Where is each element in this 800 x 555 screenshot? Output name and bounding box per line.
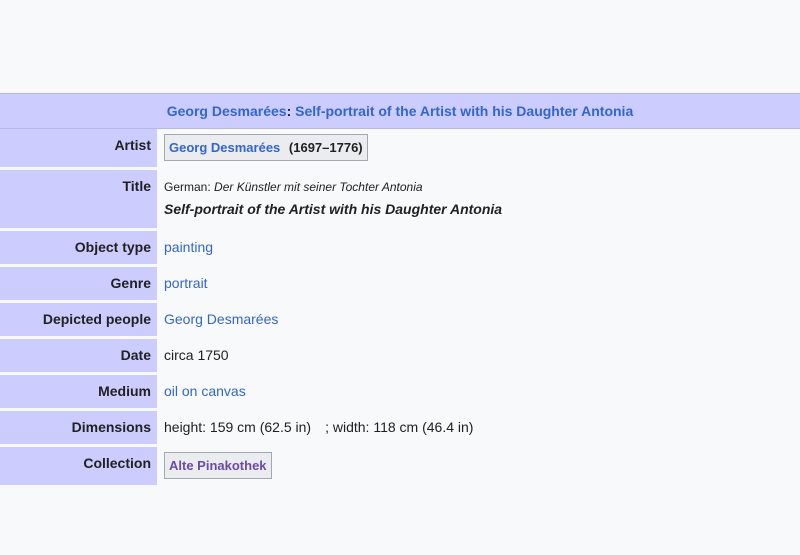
value-medium: oil on canvas [157,375,800,408]
label-dimensions: Dimensions [0,411,157,444]
collection-chip: Alte Pinakothek [164,452,272,479]
label-title: Title [0,170,157,228]
genre-link[interactable]: portrait [164,275,208,291]
dimensions-width: ; width: 118 cm (46.4 in) [325,419,474,435]
label-object-type: Object type [0,231,157,264]
dimensions-height: height: 159 cm (62.5 in) [164,419,312,435]
row-genre: Genre portrait [0,267,800,303]
label-genre: Genre [0,267,157,300]
value-genre: portrait [157,267,800,300]
value-title: German: Der Künstler mit seiner Tochter … [157,170,800,228]
object-type-link[interactable]: painting [164,239,213,255]
label-collection: Collection [0,447,157,485]
row-date: Date circa 1750 [0,339,800,375]
artwork-infobox: Georg Desmarées : Self-portrait of the A… [0,93,800,488]
title-english: Self-portrait of the Artist with his Dau… [164,201,503,217]
row-dimensions: Dimensions height: 159 cm (62.5 in) ; wid… [0,411,800,447]
artist-chip: Georg Desmarées (1697–1776) [164,134,368,161]
artist-years: (1697–1776) [288,140,363,155]
value-depicted-people: Georg Desmarées [157,303,800,336]
label-medium: Medium [0,375,157,408]
label-artist: Artist [0,129,157,167]
artist-name-link[interactable]: Georg Desmarées [169,140,280,155]
row-depicted-people: Depicted people Georg Desmarées [0,303,800,339]
value-artist: Georg Desmarées (1697–1776) [157,129,800,167]
row-collection: Collection Alte Pinakothek [0,447,800,488]
title-original-text: Der Künstler mit seiner Tochter Antonia [214,180,423,194]
row-artist: Artist Georg Desmarées (1697–1776) [0,129,800,170]
row-title: Title German: Der Künstler mit seiner To… [0,170,800,231]
value-dimensions: height: 159 cm (62.5 in) ; width: 118 cm … [157,411,800,444]
title-lang-prefix: German: [164,180,211,194]
label-depicted-people: Depicted people [0,303,157,336]
collection-link[interactable]: Alte Pinakothek [169,458,267,473]
row-object-type: Object type painting [0,231,800,267]
title-original: German: Der Künstler mit seiner Tochter … [164,180,800,194]
header-artist-link[interactable]: Georg Desmarées [167,103,287,119]
medium-link[interactable]: oil on canvas [164,383,246,399]
label-date: Date [0,339,157,372]
infobox-header: Georg Desmarées : Self-portrait of the A… [0,93,800,129]
header-title-link[interactable]: Self-portrait of the Artist with his Dau… [295,103,633,119]
value-object-type: painting [157,231,800,264]
value-collection: Alte Pinakothek [157,447,800,485]
value-date: circa 1750 [164,347,229,363]
row-medium: Medium oil on canvas [0,375,800,411]
depicted-people-link[interactable]: Georg Desmarées [164,311,278,327]
